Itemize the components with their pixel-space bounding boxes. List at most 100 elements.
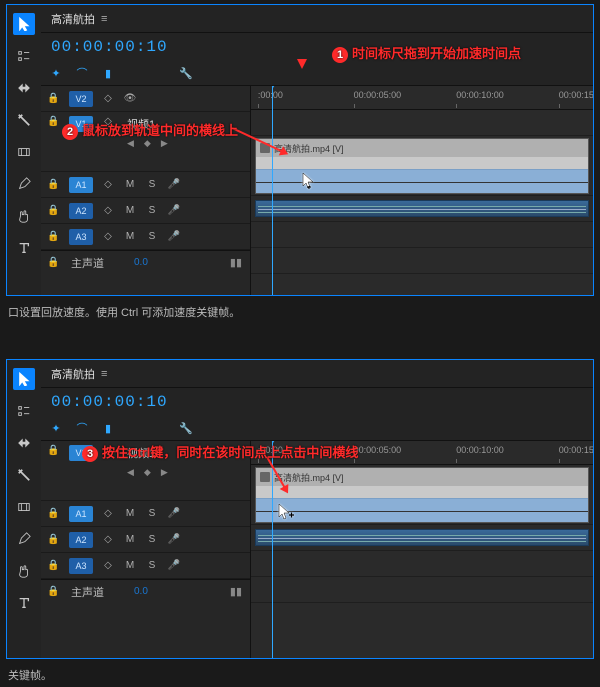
marker-icon[interactable]: ▮	[101, 421, 115, 435]
lock-icon[interactable]: 🔒	[47, 508, 61, 519]
hand-tool[interactable]	[13, 560, 35, 582]
track-tag-v2[interactable]: V2	[69, 91, 93, 107]
solo-button[interactable]: S	[145, 231, 159, 242]
ripple-edit-tool[interactable]	[13, 77, 35, 99]
toggle-output-icon[interactable]: 👁	[123, 93, 137, 104]
marker-icon[interactable]: ▮	[101, 66, 115, 80]
track-header-a3[interactable]: 🔒 A3 ◇ M S 🎤	[41, 553, 250, 579]
track-header-a1[interactable]: 🔒 A1 ◇ M S 🎤	[41, 501, 250, 527]
lock-icon[interactable]: 🔒	[47, 116, 61, 127]
add-keyframe-icon[interactable]: ◆	[144, 467, 151, 478]
sync-lock-icon[interactable]: ◇	[101, 231, 115, 242]
v2-lane[interactable]	[251, 110, 593, 136]
panel-menu-icon[interactable]: ≡	[101, 368, 107, 380]
track-canvas[interactable]: :00:00 00:00:05:00 00:00:10:00 00:00:15:…	[251, 86, 593, 295]
sync-lock-icon[interactable]: ◇	[101, 534, 115, 545]
lock-icon[interactable]: 🔒	[47, 93, 61, 104]
playhead[interactable]	[272, 441, 273, 658]
lock-icon[interactable]: 🔒	[47, 179, 61, 190]
lock-icon[interactable]: 🔒	[47, 586, 61, 597]
hand-tool[interactable]	[13, 205, 35, 227]
playhead[interactable]	[272, 86, 273, 295]
v1-lane[interactable]: 高清航拍.mp4 [V]	[251, 465, 593, 525]
sync-lock-icon[interactable]: ◇	[101, 560, 115, 571]
lock-icon[interactable]: 🔒	[47, 445, 61, 456]
track-tag-a1[interactable]: A1	[69, 177, 93, 193]
master-value[interactable]: 0.0	[134, 586, 148, 597]
voice-over-icon[interactable]: 🎤	[167, 205, 181, 216]
sequence-tab[interactable]: 高清航拍	[51, 11, 95, 27]
lock-icon[interactable]: 🔒	[47, 205, 61, 216]
track-tag-a1[interactable]: A1	[69, 506, 93, 522]
lock-icon[interactable]: 🔒	[47, 534, 61, 545]
voice-over-icon[interactable]: 🎤	[167, 560, 181, 571]
a2-lane[interactable]	[251, 551, 593, 577]
a3-lane[interactable]	[251, 577, 593, 603]
solo-button[interactable]: S	[145, 534, 159, 545]
sequence-tab[interactable]: 高清航拍	[51, 366, 95, 382]
voice-over-icon[interactable]: 🎤	[167, 534, 181, 545]
snap-icon[interactable]: ✦	[49, 66, 63, 80]
a1-lane[interactable]	[251, 196, 593, 222]
slip-tool[interactable]	[13, 496, 35, 518]
settings-wrench-icon[interactable]: 🔧	[179, 66, 193, 80]
master-value[interactable]: 0.0	[134, 257, 148, 268]
mute-button[interactable]: M	[123, 560, 137, 571]
track-select-tool[interactable]	[13, 400, 35, 422]
track-header-v2[interactable]: 🔒 V2 ◇ 👁	[41, 86, 250, 112]
mute-button[interactable]: M	[123, 508, 137, 519]
solo-button[interactable]: S	[145, 508, 159, 519]
pen-tool[interactable]	[13, 173, 35, 195]
type-tool[interactable]	[13, 237, 35, 259]
audio-clip[interactable]	[255, 529, 589, 546]
solo-button[interactable]: S	[145, 179, 159, 190]
track-tag-a2[interactable]: A2	[69, 203, 93, 219]
prev-keyframe-icon[interactable]: ◀	[127, 467, 134, 478]
video-clip[interactable]: 高清航拍.mp4 [V]	[255, 467, 589, 523]
selection-tool[interactable]	[13, 13, 35, 35]
sync-lock-icon[interactable]: ◇	[101, 508, 115, 519]
track-canvas[interactable]: :00:00 00:00:05:00 00:00:10:00 00:00:15:…	[251, 441, 593, 658]
mute-button[interactable]: M	[123, 231, 137, 242]
mute-button[interactable]: M	[123, 534, 137, 545]
solo-button[interactable]: S	[145, 560, 159, 571]
razor-tool[interactable]	[13, 464, 35, 486]
timecode-display[interactable]: 00:00:00:10	[41, 388, 593, 416]
type-tool[interactable]	[13, 592, 35, 614]
linked-selection-icon[interactable]: ⌒	[75, 421, 89, 435]
razor-tool[interactable]	[13, 109, 35, 131]
voice-over-icon[interactable]: 🎤	[167, 508, 181, 519]
track-header-a3[interactable]: 🔒 A3 ◇ M S 🎤	[41, 224, 250, 250]
time-ruler[interactable]: :00:00 00:00:05:00 00:00:10:00 00:00:15:…	[251, 86, 593, 110]
settings-wrench-icon[interactable]: 🔧	[179, 421, 193, 435]
rubber-band-line[interactable]	[256, 498, 588, 522]
ripple-edit-tool[interactable]	[13, 432, 35, 454]
solo-button[interactable]: S	[145, 205, 159, 216]
a3-lane[interactable]	[251, 248, 593, 274]
track-tag-a3[interactable]: A3	[69, 229, 93, 245]
linked-selection-icon[interactable]: ⌒	[75, 66, 89, 80]
voice-over-icon[interactable]: 🎤	[167, 179, 181, 190]
voice-over-icon[interactable]: 🎤	[167, 231, 181, 242]
a1-lane[interactable]	[251, 525, 593, 551]
mute-button[interactable]: M	[123, 205, 137, 216]
track-header-a2[interactable]: 🔒 A2 ◇ M S 🎤	[41, 527, 250, 553]
audio-clip[interactable]	[255, 200, 589, 217]
next-keyframe-icon[interactable]: ▶	[161, 467, 168, 478]
track-tag-a3[interactable]: A3	[69, 558, 93, 574]
selection-tool[interactable]	[13, 368, 35, 390]
lock-icon[interactable]: 🔒	[47, 560, 61, 571]
sync-lock-icon[interactable]: ◇	[101, 93, 115, 104]
panel-menu-icon[interactable]: ≡	[101, 13, 107, 25]
lock-icon[interactable]: 🔒	[47, 257, 61, 268]
a2-lane[interactable]	[251, 222, 593, 248]
track-select-tool[interactable]	[13, 45, 35, 67]
sync-lock-icon[interactable]: ◇	[101, 205, 115, 216]
pen-tool[interactable]	[13, 528, 35, 550]
track-header-a2[interactable]: 🔒 A2 ◇ M S 🎤	[41, 198, 250, 224]
mute-button[interactable]: M	[123, 179, 137, 190]
sync-lock-icon[interactable]: ◇	[101, 179, 115, 190]
track-header-a1[interactable]: 🔒 A1 ◇ M S 🎤	[41, 172, 250, 198]
master-track-header[interactable]: 🔒 主声道 0.0 ▮▮	[41, 579, 250, 603]
slip-tool[interactable]	[13, 141, 35, 163]
